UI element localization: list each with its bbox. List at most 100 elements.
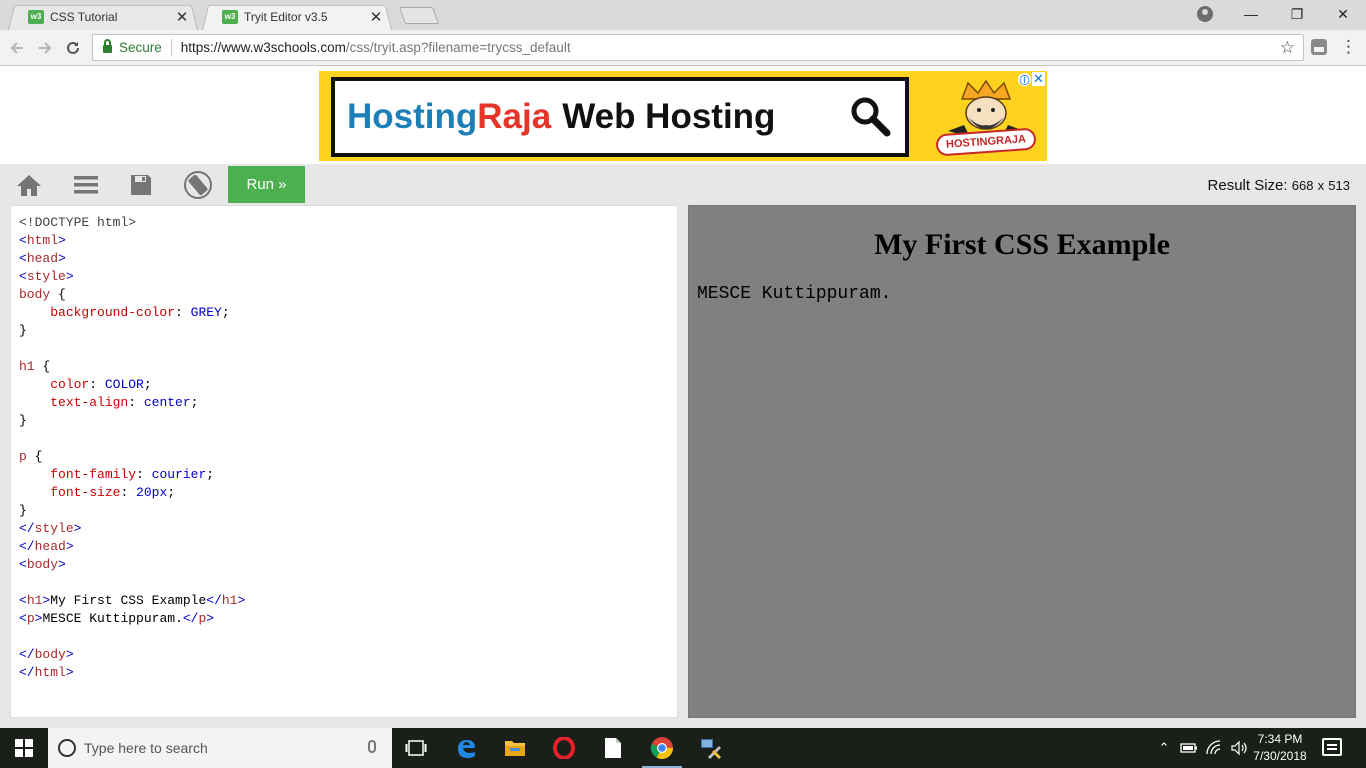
- rotate-layout-button[interactable]: [183, 170, 213, 200]
- action-center-icon[interactable]: [1322, 738, 1342, 756]
- taskbar-tools[interactable]: [687, 728, 735, 768]
- chevron-up-icon[interactable]: ⌃: [1156, 740, 1172, 756]
- code-token: <: [19, 593, 27, 608]
- ad-headline-box[interactable]: Hosting Raja Web Hosting: [331, 77, 909, 157]
- back-button[interactable]: [6, 37, 28, 59]
- save-icon: [131, 175, 151, 195]
- code-token: <: [19, 269, 27, 284]
- code-line: p {: [19, 448, 677, 466]
- code-token: html: [34, 665, 66, 680]
- start-button[interactable]: [0, 728, 48, 768]
- code-editor[interactable]: <!DOCTYPE html> <html> <head> <style> body {…: [10, 205, 678, 718]
- code-token: My First CSS Example: [50, 593, 207, 608]
- code-token: >: [73, 521, 82, 536]
- chrome-icon: [650, 737, 673, 759]
- code-token: }: [19, 413, 27, 428]
- browser-menu-icon[interactable]: ⋮: [1340, 38, 1357, 56]
- address-bar[interactable]: Secure https://www.w3schools.com/css/try…: [92, 34, 1304, 61]
- windows-logo-icon: [15, 739, 33, 757]
- close-window-button[interactable]: ✕: [1320, 0, 1366, 28]
- code-token: >: [65, 647, 74, 662]
- taskbar-search-box[interactable]: Type here to search: [48, 728, 392, 768]
- code-token: </: [19, 665, 35, 680]
- volume-icon[interactable]: [1230, 740, 1248, 756]
- code-token: <: [19, 557, 27, 572]
- code-line: body {: [19, 286, 677, 304]
- code-line: }: [19, 322, 677, 340]
- tab-title: Tryit Editor v3.5: [244, 9, 328, 24]
- bookmark-star-icon[interactable]: ☆: [1280, 38, 1295, 58]
- taskbar-file-explorer[interactable]: [491, 728, 539, 768]
- code-token: font-size: [50, 485, 121, 500]
- code-token: :: [120, 485, 137, 500]
- code-token: center: [143, 395, 191, 410]
- code-line: <body>: [19, 556, 677, 574]
- code-token: :: [128, 395, 144, 410]
- code-line: color: COLOR;: [19, 376, 677, 394]
- tab-tryit-editor[interactable]: w3 Tryit Editor v3.5 ✕: [202, 3, 392, 31]
- code-token: :: [89, 377, 105, 392]
- code-line: </head>: [19, 538, 677, 556]
- search-placeholder: Type here to search: [84, 740, 208, 756]
- menu-button[interactable]: [71, 170, 101, 200]
- task-view-icon: [405, 740, 427, 756]
- new-tab-button[interactable]: [398, 7, 440, 24]
- result-frame[interactable]: My First CSS Example MESCE Kuttippuram.: [688, 205, 1356, 718]
- minimize-button[interactable]: —: [1228, 0, 1274, 28]
- tab-css-tutorial[interactable]: w3 CSS Tutorial ✕: [8, 3, 198, 31]
- taskbar-opera[interactable]: [540, 728, 588, 768]
- ad-banner[interactable]: Hosting Raja Web Hosting HOSTINGRAJA ⓘ ✕: [319, 71, 1047, 161]
- w3schools-favicon-icon: w3: [28, 9, 44, 24]
- code-token: body: [34, 647, 66, 662]
- tryit-toolbar: Run » Result Size: 668 x 513: [0, 164, 1366, 205]
- code-line: }: [19, 412, 677, 430]
- task-view-button[interactable]: [392, 728, 440, 768]
- tools-icon: [701, 739, 722, 759]
- tab-close-icon[interactable]: ✕: [368, 8, 384, 26]
- code-token: h1: [19, 359, 35, 374]
- url-path: /css/tryit.asp?filename=trycss_default: [345, 40, 571, 55]
- taskbar-notepad[interactable]: [589, 728, 637, 768]
- code-line: <style>: [19, 268, 677, 286]
- code-token: >: [237, 593, 246, 608]
- edge-icon: [458, 740, 475, 758]
- code-token: </: [206, 593, 222, 608]
- code-token: :: [136, 467, 152, 482]
- wifi-icon[interactable]: [1206, 740, 1224, 756]
- code-token: p: [26, 611, 35, 626]
- code-token: <!DOCTYPE html>: [19, 215, 137, 230]
- taskbar-chrome[interactable]: [638, 728, 686, 768]
- result-paragraph: MESCE Kuttippuram.: [697, 284, 892, 304]
- code-token: ;: [206, 467, 215, 482]
- maximize-button[interactable]: ❐: [1274, 0, 1320, 28]
- home-button[interactable]: [14, 170, 44, 200]
- system-tray: ⌃: [1156, 728, 1248, 768]
- code-token: >: [65, 539, 74, 554]
- extension-icon[interactable]: [1311, 39, 1327, 55]
- result-heading: My First CSS Example: [874, 228, 1170, 261]
- forward-button[interactable]: [34, 37, 56, 59]
- battery-icon[interactable]: [1180, 742, 1198, 754]
- save-button[interactable]: [126, 170, 156, 200]
- code-token: h1: [26, 593, 43, 608]
- menu-icon: [74, 176, 98, 194]
- taskbar-edge[interactable]: [442, 728, 490, 768]
- code-token: </: [19, 647, 35, 662]
- ad-close-icon[interactable]: ✕: [1032, 72, 1045, 86]
- profile-icon[interactable]: [1197, 6, 1213, 22]
- taskbar-clock[interactable]: 7:34 PM 7/30/2018: [1252, 731, 1308, 765]
- ad-info-icon[interactable]: ⓘ: [1018, 73, 1031, 87]
- tab-close-icon[interactable]: ✕: [174, 8, 190, 26]
- run-button[interactable]: Run »: [228, 166, 305, 203]
- code-content[interactable]: <!DOCTYPE html> <html> <head> <style> body {…: [19, 214, 677, 682]
- reload-button[interactable]: [62, 37, 84, 59]
- microphone-icon[interactable]: [368, 740, 376, 753]
- code-token: p: [19, 449, 27, 464]
- code-line: background-color: GREY;: [19, 304, 677, 322]
